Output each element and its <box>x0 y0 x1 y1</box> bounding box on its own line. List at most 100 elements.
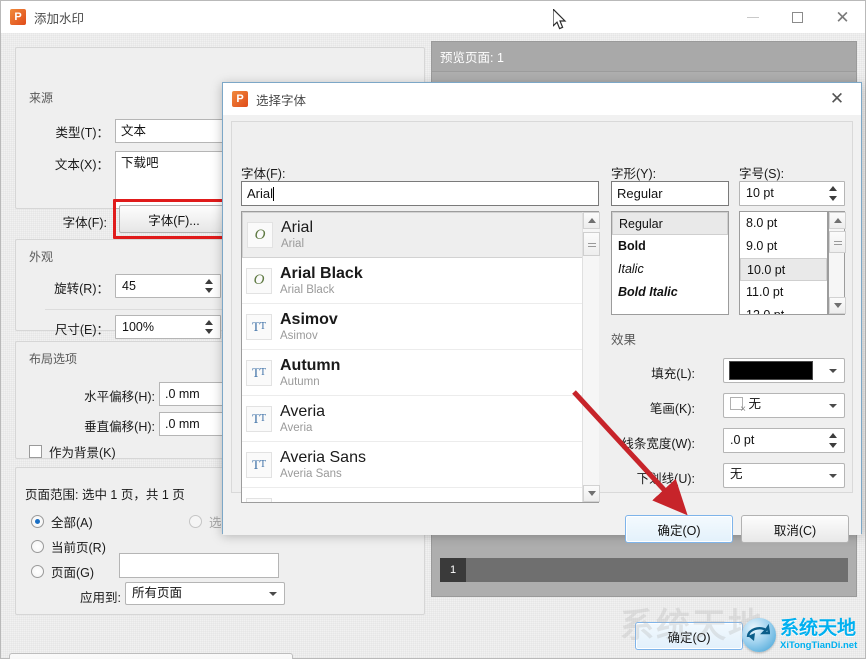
radio-dot-pages <box>31 565 44 578</box>
stroke-combo[interactable]: × 无 <box>723 393 845 418</box>
apply-to-combo[interactable]: 所有页面 <box>125 582 285 605</box>
size-list-item[interactable]: 9.0 pt <box>740 235 827 258</box>
watermark-text: 系统天地 XiTongTianDi.net <box>780 619 857 651</box>
rotation-up-icon[interactable] <box>205 279 213 284</box>
fill-color-swatch <box>729 361 813 380</box>
size-list-item[interactable]: 10.0 pt <box>740 258 827 281</box>
pages-input[interactable] <box>119 553 279 578</box>
style-list[interactable]: Regular Bold Italic Bold Italic <box>611 211 729 315</box>
size-up-icon[interactable] <box>205 320 213 325</box>
font-field-label: 字体(F): <box>241 167 286 181</box>
size-input[interactable]: 10 pt <box>739 181 845 206</box>
stroke-value: 无 <box>748 397 761 411</box>
close-button[interactable]: ✕ <box>820 1 865 33</box>
opentype-icon: O <box>247 222 273 248</box>
size-up-icon[interactable] <box>829 186 837 191</box>
watermark-en: XiTongTianDi.net <box>780 640 858 652</box>
scroll-down-button[interactable] <box>583 485 600 502</box>
font-list-item-name: Arial <box>281 219 314 236</box>
underline-value: 无 <box>730 467 743 481</box>
font-list-item[interactable]: T T Averia Averia <box>242 396 583 442</box>
scroll-down-button[interactable] <box>829 297 846 314</box>
size-down-icon[interactable] <box>829 196 837 201</box>
truetype-icon: TT <box>246 497 272 502</box>
scroll-up-button[interactable] <box>829 212 846 229</box>
style-list-item[interactable]: Bold <box>612 235 728 258</box>
rotation-stepper[interactable]: 45 <box>115 274 221 298</box>
maximize-icon <box>792 11 803 23</box>
fill-label: 填充(L): <box>651 367 695 381</box>
preview-page-badge: 1 <box>440 558 466 582</box>
size-list-item[interactable]: 8.0 pt <box>740 212 827 235</box>
font-button[interactable]: 字体(F)... <box>119 205 229 233</box>
size-list-scrollbar[interactable] <box>828 211 846 315</box>
chevron-down-icon <box>269 592 277 596</box>
radio-pages-label: 页面(G) <box>51 566 95 580</box>
appearance-group-title: 外观 <box>29 250 54 264</box>
font-list-item-subname: Asimov <box>280 329 318 342</box>
scrollbar-thumb[interactable] <box>583 232 600 256</box>
size-list-item[interactable]: 11.0 pt <box>740 281 827 304</box>
font-list-scrollbar[interactable] <box>582 212 600 502</box>
apply-to-value: 所有页面 <box>132 586 183 600</box>
font-list-item[interactable]: O Arial Arial <box>242 212 583 258</box>
font-list-item-subname: Autumn <box>280 375 320 388</box>
page-range-summary: 页面范围: 选中 1 页，共 1 页 <box>25 488 185 502</box>
as-background-checkbox[interactable]: 作为背景(K) <box>29 442 116 461</box>
presentation-app-icon: P <box>232 91 248 107</box>
font-list[interactable]: O Arial Arial O Arial Black Arial Black T T Asim… <box>241 211 599 503</box>
font-dialog-close-button[interactable]: ✕ <box>825 89 849 109</box>
font-list-item-name: Asimov <box>280 310 338 328</box>
size-list[interactable]: 8.0 pt 9.0 pt 10.0 pt 11.0 pt 12.0 pt <box>739 211 828 315</box>
site-watermark: 系统天地 XiTongTianDi.net <box>742 614 862 656</box>
rotation-down-icon[interactable] <box>205 288 213 293</box>
size-stepper[interactable]: 100% <box>115 315 221 339</box>
font-list-item-name: Averia Serif <box>280 501 357 502</box>
scroll-up-button[interactable] <box>583 212 600 229</box>
minimize-button[interactable] <box>730 1 775 33</box>
fill-combo[interactable] <box>723 358 845 383</box>
stroke-x-mark: × <box>740 404 746 415</box>
style-list-item[interactable]: Regular <box>612 212 728 235</box>
style-input[interactable]: Regular <box>611 181 729 206</box>
radio-current[interactable]: 当前页(R) <box>31 537 106 556</box>
font-list-item[interactable]: T T Asimov Asimov <box>242 304 583 350</box>
maximize-button[interactable] <box>775 1 820 33</box>
font-list-item[interactable]: T T Averia Sans Averia Sans <box>242 442 583 488</box>
scrollbar-thumb[interactable] <box>829 231 846 253</box>
font-list-item-name: Averia Sans <box>280 448 366 466</box>
font-list-item[interactable]: T T Autumn Autumn <box>242 350 583 396</box>
radio-pages[interactable]: 页面(G) <box>31 562 94 581</box>
main-titlebar: P 添加水印 ✕ <box>1 1 865 33</box>
size-list-item[interactable]: 12.0 pt <box>740 304 827 314</box>
style-input-value: Regular <box>617 186 663 201</box>
settings-preset-bar[interactable]: 设置: <自定义> <box>9 653 293 659</box>
radio-all[interactable]: 全部(A) <box>31 512 93 531</box>
font-search-input[interactable]: Arial <box>241 181 599 206</box>
line-width-stepper[interactable]: .0 pt <box>723 428 845 453</box>
source-group-title: 来源 <box>29 91 54 105</box>
font-list-item-name: Arial Black <box>280 264 363 282</box>
font-list-item[interactable]: O Arial Black Arial Black <box>242 258 583 304</box>
underline-combo[interactable]: 无 <box>723 463 845 488</box>
line-width-up-icon[interactable] <box>829 433 837 438</box>
style-list-item[interactable]: Bold Italic <box>612 281 728 304</box>
as-background-label: 作为背景(K) <box>49 446 116 460</box>
effects-title: 效果 <box>611 333 637 347</box>
no-stroke-icon: × <box>730 397 746 415</box>
preview-page-strip <box>440 558 848 582</box>
h-offset-label: 水平偏移(H): <box>84 390 155 404</box>
font-dialog-ok-button[interactable]: 确定(O) <box>625 515 733 543</box>
font-list-item[interactable]: TT Averia Serif <box>242 488 583 502</box>
style-list-item[interactable]: Italic <box>612 258 728 281</box>
size-field-label: 字号(S): <box>739 167 785 181</box>
radio-all-label: 全部(A) <box>51 516 93 530</box>
preview-header: 预览页面: 1 <box>432 42 856 72</box>
size-down-icon[interactable] <box>205 329 213 334</box>
line-width-down-icon[interactable] <box>829 443 837 448</box>
radio-current-label: 当前页(R) <box>51 541 106 555</box>
chevron-down-icon <box>829 404 837 408</box>
font-dialog-cancel-button[interactable]: 取消(C) <box>741 515 849 543</box>
thumb-grip-icon <box>833 239 842 245</box>
chevron-down-icon <box>829 474 837 478</box>
